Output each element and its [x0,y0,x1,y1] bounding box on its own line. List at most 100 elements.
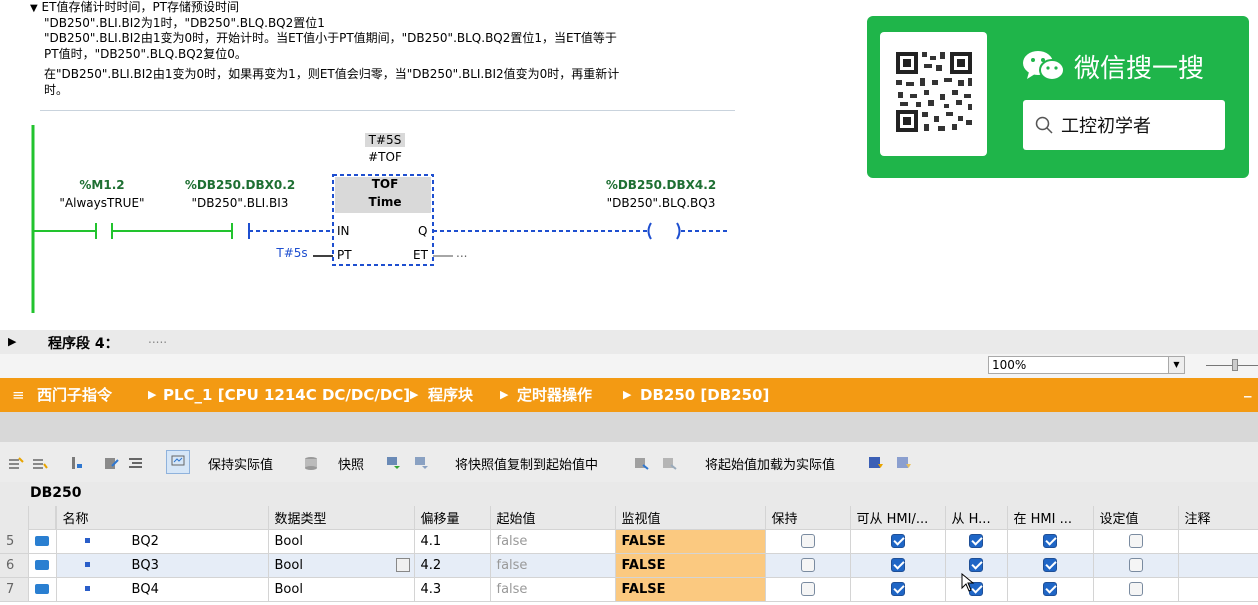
setpoint-checkbox[interactable] [1128,534,1143,548]
row-type[interactable]: Bool [268,529,415,554]
copy-icon[interactable] [634,455,650,470]
minimize-icon[interactable]: _ [1244,372,1252,406]
header-offset[interactable]: 偏移量 [414,506,491,530]
preset-top: T#5S [365,133,405,147]
header-comment[interactable]: 注释 [1178,506,1258,530]
snapshot-copy-icon[interactable] [386,455,402,469]
hmi3-checkbox[interactable] [1043,534,1057,548]
row-type[interactable]: Bool [268,553,415,578]
edit-icon[interactable] [104,455,120,469]
header-retain[interactable]: 保持 [765,506,851,530]
snapshot-button[interactable]: 快照 [338,454,364,473]
hmi1-checkbox[interactable] [890,582,905,596]
row-comment[interactable] [1178,529,1258,554]
et-value[interactable]: ... [456,246,467,260]
contact2-address: %DB250.DBX0.2 [184,178,296,192]
comment-title-row[interactable]: ▼ ET值存储计时时间，PT存储预设时间 [30,0,239,16]
monitor-icon[interactable] [166,450,190,474]
row-number: 6 [0,553,29,578]
row-comment[interactable] [1178,553,1258,578]
row-name-cell[interactable]: BQ3 [56,553,269,578]
contact1-address: %M1.2 [79,178,125,192]
comment-line-2: "DB250".BLI.BI2由1变为0时，开始计时。当ET值小于PT值期间，"… [44,31,617,45]
load-icon[interactable] [868,455,884,469]
chevron-down-icon[interactable]: ▼ [1168,357,1184,373]
insert-row-icon[interactable] [8,455,24,469]
hmi1-checkbox[interactable] [890,534,905,548]
retain-checkbox[interactable] [800,558,815,572]
row-name-cell[interactable]: BQ4 [56,577,269,602]
row-comment[interactable] [1178,577,1258,602]
pt-value[interactable]: T#5s [273,246,311,260]
row-name-cell[interactable]: BQ2 [56,529,269,554]
pin-q: Q [418,224,428,238]
hmi2-checkbox[interactable] [969,534,983,548]
table-header: 名称 数据类型 偏移量 起始值 监视值 保持 可从 HMI/... 从 H...… [0,506,1258,530]
table-row[interactable]: 5 BQ2 Bool 4.1 false FALSE [0,529,1258,554]
row-start[interactable]: false [490,529,616,554]
db-table: 名称 数据类型 偏移量 起始值 监视值 保持 可从 HMI/... 从 H...… [0,506,1258,602]
load-all-icon[interactable] [896,455,912,469]
comment-title: ET值存储计时时间，PT存储预设时间 [41,0,240,14]
coil-left [647,222,652,240]
add-row-icon[interactable] [32,455,48,469]
hmi1-checkbox[interactable] [890,558,905,572]
retain-checkbox[interactable] [800,582,815,596]
header-name[interactable]: 名称 [56,506,269,530]
keep-actual-button[interactable]: 保持实际值 [208,454,273,473]
row-name: BQ4 [131,581,159,597]
zoom-select[interactable]: 100% ▼ [988,356,1185,374]
breadcrumb-item-1[interactable]: 西门子指令 [37,378,112,412]
header-monitor[interactable]: 监视值 [615,506,766,530]
chevron-right-icon: ▶ [148,388,157,401]
db-icon[interactable] [304,455,320,470]
row-type[interactable]: Bool [268,577,415,602]
row-start[interactable]: false [490,577,616,602]
hmi3-checkbox[interactable] [1043,582,1057,596]
network-4-header[interactable]: ▶ 程序段 4： ..... [0,330,1258,354]
breadcrumb-item-2[interactable]: PLC_1 [CPU 1214C DC/DC/DC] [163,378,410,412]
coil-address: %DB250.DBX4.2 [605,178,717,192]
retain-checkbox[interactable] [800,534,815,548]
wechat-search-box[interactable]: 工控初学者 [1023,100,1225,150]
table-row[interactable]: 7 BQ4 Bool 4.3 false FALSE [0,577,1258,602]
header-num-bg [0,506,28,530]
row-name: BQ3 [131,557,159,573]
comment-divider [40,110,735,111]
copy-snapshot-button[interactable]: 将快照值复制到起始值中 [455,454,598,473]
header-start[interactable]: 起始值 [490,506,616,530]
paste-icon[interactable] [662,455,678,470]
table-row[interactable]: 6 BQ3 Bool 4.2 false FALSE [0,553,1258,578]
breadcrumb-item-3[interactable]: 程序块 [428,378,473,412]
expand-icon[interactable] [70,455,86,469]
chevron-right-icon: ▶ [500,388,509,401]
wechat-title: 微信搜一搜 [1074,53,1205,84]
hmi2-checkbox[interactable] [969,558,983,572]
header-hmi-writable[interactable]: 从 H... [945,506,1008,530]
breadcrumb-item-5[interactable]: DB250 [DB250] [640,378,769,412]
qr-code-icon [880,32,987,156]
timer-type[interactable]: TOF [355,177,415,191]
row-start[interactable]: false [490,553,616,578]
network-comment[interactable]: ..... [148,332,167,346]
load-start-button[interactable]: 将起始值加载为实际值 [705,454,835,473]
breadcrumb-item-4[interactable]: 定时器操作 [517,378,592,412]
contact2-symbol: "DB250".BLI.BI3 [191,196,289,210]
collapse-arrow-icon[interactable]: ▼ [30,3,38,14]
header-hmi-visible[interactable]: 在 HMI ... [1007,506,1094,530]
row-offset: 4.3 [414,577,491,602]
header-hmi-access[interactable]: 可从 HMI/... [850,506,946,530]
list-icon[interactable] [128,455,144,469]
zoom-slider-handle[interactable] [1232,359,1238,371]
type-picker-icon[interactable] [395,557,410,572]
header-type[interactable]: 数据类型 [268,506,415,530]
expand-arrow-icon[interactable]: ▶ [8,335,16,348]
setpoint-checkbox[interactable] [1128,558,1143,572]
comment-line-5: 时。 [44,83,69,97]
setpoint-checkbox[interactable] [1128,582,1143,596]
wechat-icon [1023,51,1065,81]
timer-subtype[interactable]: Time [355,195,415,209]
header-setpoint[interactable]: 设定值 [1093,506,1179,530]
hmi3-checkbox[interactable] [1043,558,1057,572]
snapshot-load-icon[interactable] [414,455,430,469]
